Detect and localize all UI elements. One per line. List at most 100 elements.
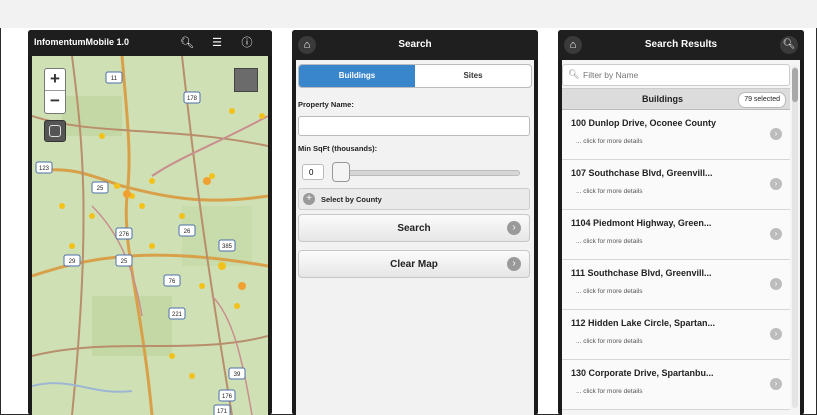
list-item[interactable]: 107 Southchase Blvd, Greenvill... ... cl…	[562, 160, 790, 210]
arrow-right-icon: ›	[770, 128, 782, 140]
route-shield-label: 385	[222, 244, 233, 250]
clear-map-button[interactable]: Clear Map ›	[298, 250, 530, 278]
zoom-in-button[interactable]: +	[45, 69, 65, 90]
top-strip	[0, 0, 817, 28]
route-shield-label: 276	[119, 232, 130, 238]
arrow-right-icon: ›	[770, 328, 782, 340]
list-item[interactable]: 1104 Piedmont Highway, Green... ... clic…	[562, 210, 790, 260]
min-sqft-input[interactable]: 0	[302, 164, 324, 180]
list-item[interactable]: 130 Corporate Drive, Spartanbu... ... cl…	[562, 360, 790, 410]
sqft-slider-handle[interactable]	[332, 162, 350, 182]
select-by-county-label: Select by County	[321, 195, 382, 204]
arrow-right-icon: ›	[507, 221, 521, 235]
route-shield-label: 29	[69, 259, 76, 265]
filter-input[interactable]	[581, 67, 785, 83]
route-shield: 76	[163, 274, 181, 287]
arrow-right-icon: ›	[507, 257, 521, 271]
plus-icon: +	[303, 193, 315, 205]
selected-count-badge: 79 selected	[738, 92, 786, 108]
map-header: InfomentumMobile 1.0 🔍︎ ☰ ⓘ	[28, 30, 272, 56]
item-details: ... click for more details	[576, 188, 643, 195]
clear-map-button-label: Clear Map	[390, 259, 438, 270]
item-address: 112 Hidden Lake Circle, Spartan...	[571, 318, 716, 328]
route-shield: 25	[115, 254, 133, 267]
arrow-right-icon: ›	[770, 278, 782, 290]
item-address: 107 Southchase Blvd, Greenvill...	[571, 168, 713, 178]
search-phone: ⌂ Search Buildings Sites Property Name: …	[292, 30, 538, 415]
filter-field[interactable]: 🔍︎	[562, 64, 790, 86]
results-list: 🔍︎ Buildings 79 selected 100 Dunlop Driv…	[562, 60, 800, 415]
route-shield: 25	[91, 181, 109, 194]
item-address: 111 Southchase Blvd, Greenvill...	[571, 268, 712, 278]
search-button-label: Search	[397, 223, 431, 234]
route-shield: 11	[105, 71, 123, 84]
tab-buildings[interactable]: Buildings	[299, 65, 415, 87]
arrow-right-icon: ›	[770, 378, 782, 390]
route-shield: 29	[63, 254, 81, 267]
item-details: ... click for more details	[576, 338, 643, 345]
tab-bar: Buildings Sites	[298, 64, 532, 88]
route-shield: 178	[183, 91, 201, 104]
search-form: Buildings Sites Property Name: Min SqFt …	[296, 60, 534, 415]
results-phone: ⌂ Search Results 🔍︎ 🔍︎ Buildings 79 sele…	[558, 30, 804, 415]
route-shield-label: 171	[217, 409, 228, 415]
route-shield-label: 11	[111, 76, 118, 82]
locate-icon	[49, 125, 61, 137]
locate-button[interactable]	[44, 120, 66, 142]
item-details: ... click for more details	[576, 288, 643, 295]
route-shield-label: 221	[172, 312, 183, 318]
list-item[interactable]: 111 Southchase Blvd, Greenvill... ... cl…	[562, 260, 790, 310]
scrollbar-thumb[interactable]	[792, 68, 798, 102]
item-address: 130 Corporate Drive, Spartanbu...	[571, 368, 714, 378]
route-shield-label: 178	[187, 96, 198, 102]
results-title: Search Results	[644, 39, 718, 50]
item-details: ... click for more details	[576, 138, 643, 145]
route-shield: 276	[115, 227, 133, 240]
zoom-out-button[interactable]: −	[45, 90, 65, 112]
search-icon[interactable]: 🔍︎	[176, 34, 198, 52]
route-shield: 176	[218, 389, 236, 402]
item-address: 1104 Piedmont Highway, Green...	[571, 218, 712, 228]
list-item[interactable]: 112 Hidden Lake Circle, Spartan... ... c…	[562, 310, 790, 360]
route-shield-label: 25	[97, 186, 104, 192]
tab-sites[interactable]: Sites	[415, 65, 531, 87]
route-shield: 171	[213, 404, 231, 415]
basemap-toggle[interactable]	[234, 68, 258, 92]
select-by-county[interactable]: + Select by County	[298, 188, 530, 210]
list-divider: Buildings 79 selected	[562, 88, 790, 110]
scrollbar[interactable]	[792, 66, 798, 408]
map-view[interactable]: 11 178 123 25 276 26 29 25 76 385 221 39 176 171 + −	[32, 56, 268, 415]
search-icon[interactable]: 🔍︎	[780, 36, 798, 54]
zoom-control: + −	[44, 68, 66, 114]
search-icon: 🔍︎	[568, 69, 580, 79]
info-icon[interactable]: ⓘ	[236, 34, 258, 52]
search-header: ⌂ Search	[292, 30, 538, 60]
route-shield: 385	[218, 239, 236, 252]
route-shield-label: 176	[222, 394, 233, 400]
item-details: ... click for more details	[576, 388, 643, 395]
route-shield-label: 76	[169, 279, 176, 285]
route-shield: 221	[168, 307, 186, 320]
route-shield: 26	[178, 224, 196, 237]
route-shield-label: 26	[184, 229, 191, 235]
arrow-right-icon: ›	[770, 178, 782, 190]
app-title: InfomentumMobile 1.0	[34, 37, 130, 47]
sqft-slider-track[interactable]	[334, 170, 520, 176]
item-address: 100 Dunlop Drive, Oconee County	[571, 118, 717, 128]
item-details: ... click for more details	[576, 238, 643, 245]
route-shield: 123	[35, 161, 53, 174]
menu-icon[interactable]: ☰	[206, 34, 228, 52]
map-roads: 11 178 123 25 276 26 29 25 76 385 221 39 176 171	[32, 56, 268, 415]
group-title: Buildings	[642, 94, 683, 104]
route-shield-label: 123	[39, 166, 50, 172]
map-phone: InfomentumMobile 1.0 🔍︎ ☰ ⓘ 11 178 123 2…	[28, 30, 272, 415]
arrow-right-icon: ›	[770, 228, 782, 240]
property-name-input[interactable]	[298, 116, 530, 136]
route-shield-label: 39	[234, 372, 241, 378]
list-item[interactable]: 100 Dunlop Drive, Oconee County ... clic…	[562, 110, 790, 160]
route-shield: 39	[228, 367, 246, 380]
min-sqft-label: Min SqFt (thousands):	[298, 144, 378, 153]
property-name-label: Property Name:	[298, 100, 354, 109]
search-title: Search	[398, 39, 432, 50]
search-button[interactable]: Search ›	[298, 214, 530, 242]
